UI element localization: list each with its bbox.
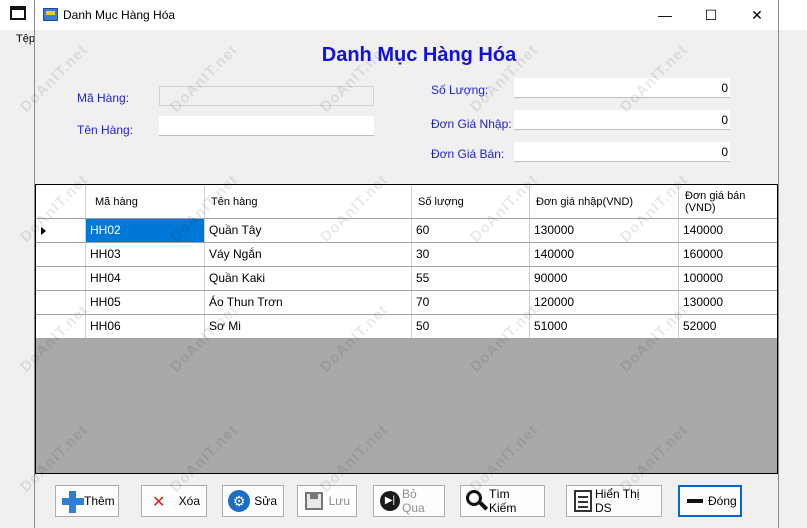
row-header[interactable] xyxy=(36,315,86,338)
save-disk-icon xyxy=(302,489,326,513)
background-window-right xyxy=(779,0,807,528)
so-luong-input[interactable] xyxy=(514,78,730,98)
cell-so-luong[interactable]: 70 xyxy=(412,291,530,314)
products-grid[interactable]: Mã hàng Tên hàng Số lượng Đơn giá nhập(V… xyxy=(35,184,778,474)
bo-qua-button[interactable]: ▶| Bỏ Qua xyxy=(373,485,445,517)
background-window: Tệp xyxy=(0,0,35,528)
row-header[interactable] xyxy=(36,243,86,266)
column-header-don-gia-ban[interactable]: Đơn giá bán (VND) xyxy=(679,185,777,218)
dong-button-label: Đóng xyxy=(708,494,737,508)
sua-button-label: Sửa xyxy=(254,494,277,508)
cell-ten-hang[interactable]: Sơ Mi xyxy=(205,315,412,338)
table-row[interactable]: HH02 Quần Tây 60 130000 140000 xyxy=(36,219,777,243)
dong-button[interactable]: Đóng xyxy=(678,485,742,517)
list-document-icon xyxy=(571,489,595,513)
ma-hang-input[interactable] xyxy=(159,86,374,106)
wrench-icon: ⚙ xyxy=(227,489,251,513)
xoa-button-label: Xóa xyxy=(178,494,200,508)
sua-button[interactable]: ⚙ Sửa xyxy=(222,485,284,517)
cell-so-luong[interactable]: 55 xyxy=(412,267,530,290)
title-bar[interactable]: Danh Mục Hàng Hóa — ☐ ✕ xyxy=(35,0,778,30)
maximize-button[interactable]: ☐ xyxy=(688,0,734,30)
column-header-so-luong[interactable]: Số lượng xyxy=(412,185,530,218)
luu-button[interactable]: Lưu xyxy=(297,485,357,517)
close-button[interactable]: ✕ xyxy=(734,0,780,30)
cell-ma-hang[interactable]: HH04 xyxy=(86,267,205,290)
hien-thi-ds-button-label: Hiển Thị DS xyxy=(595,487,640,515)
them-button-label: Thêm xyxy=(84,494,115,508)
xoa-button[interactable]: ✕ Xóa xyxy=(141,485,207,517)
cell-don-gia-ban[interactable]: 160000 xyxy=(679,243,777,266)
main-window: Danh Mục Hàng Hóa — ☐ ✕ Danh Mục Hàng Hó… xyxy=(34,0,779,528)
row-header[interactable] xyxy=(36,267,86,290)
hien-thi-ds-button[interactable]: Hiển Thị DS xyxy=(566,485,662,517)
cell-don-gia-nhap[interactable]: 51000 xyxy=(530,315,679,338)
cell-ten-hang[interactable]: Áo Thun Trơn xyxy=(205,291,412,314)
cell-so-luong[interactable]: 50 xyxy=(412,315,530,338)
background-app-icon xyxy=(10,6,26,20)
cell-don-gia-ban[interactable]: 52000 xyxy=(679,315,777,338)
table-row[interactable]: HH04 Quần Kaki 55 90000 100000 xyxy=(36,267,777,291)
cell-ten-hang[interactable]: Quần Kaki xyxy=(205,267,412,290)
cell-ma-hang[interactable]: HH06 xyxy=(86,315,205,338)
don-gia-ban-label: Đơn Giá Bán: xyxy=(431,147,505,161)
cell-ten-hang[interactable]: Váy Ngắn xyxy=(205,243,412,266)
app-icon xyxy=(43,8,58,21)
search-icon xyxy=(465,489,489,513)
bo-qua-button-label: Bỏ Qua xyxy=(402,487,425,515)
cell-don-gia-nhap[interactable]: 90000 xyxy=(530,267,679,290)
background-menu-file[interactable]: Tệp xyxy=(16,33,35,45)
cell-don-gia-nhap[interactable]: 120000 xyxy=(530,291,679,314)
don-gia-nhap-label: Đơn Giá Nhập: xyxy=(431,117,512,131)
grid-corner-header[interactable] xyxy=(36,185,86,218)
ma-hang-label: Mã Hàng: xyxy=(77,91,130,105)
cell-so-luong[interactable]: 60 xyxy=(412,219,530,242)
window-title: Danh Mục Hàng Hóa xyxy=(63,8,176,22)
table-row[interactable]: HH05 Áo Thun Trơn 70 120000 130000 xyxy=(36,291,777,315)
minimize-button[interactable]: — xyxy=(642,0,688,30)
ten-hang-label: Tên Hàng: xyxy=(77,123,134,137)
cell-don-gia-ban[interactable]: 130000 xyxy=(679,291,777,314)
background-titlebar-right xyxy=(779,0,807,30)
cell-ma-hang[interactable]: HH03 xyxy=(86,243,205,266)
cell-don-gia-nhap[interactable]: 140000 xyxy=(530,243,679,266)
cell-don-gia-ban[interactable]: 140000 xyxy=(679,219,777,242)
ten-hang-input[interactable] xyxy=(159,116,374,136)
column-header-don-gia-nhap[interactable]: Đơn giá nhập(VND) xyxy=(530,185,679,218)
form-heading: Danh Mục Hàng Hóa xyxy=(321,44,517,66)
column-header-ma-hang[interactable]: Mã hàng xyxy=(86,185,205,218)
cell-ma-hang[interactable]: HH02 xyxy=(86,219,205,242)
grid-header: Mã hàng Tên hàng Số lượng Đơn giá nhập(V… xyxy=(36,185,777,219)
row-header[interactable] xyxy=(36,219,86,242)
so-luong-label: Số Lượng: xyxy=(431,83,489,97)
don-gia-nhap-input[interactable] xyxy=(514,110,730,130)
column-header-ten-hang[interactable]: Tên hàng xyxy=(205,185,412,218)
current-row-arrow-icon xyxy=(41,227,46,235)
cell-don-gia-nhap[interactable]: 130000 xyxy=(530,219,679,242)
row-header[interactable] xyxy=(36,291,86,314)
table-row[interactable]: HH03 Váy Ngắn 30 140000 160000 xyxy=(36,243,777,267)
cell-ten-hang[interactable]: Quần Tây xyxy=(205,219,412,242)
tim-kiem-button[interactable]: Tìm Kiếm xyxy=(460,485,545,517)
plus-icon xyxy=(60,489,84,513)
x-delete-icon: ✕ xyxy=(152,494,166,511)
cell-don-gia-ban[interactable]: 100000 xyxy=(679,267,777,290)
them-button[interactable]: Thêm xyxy=(55,485,119,517)
tim-kiem-button-label: Tìm Kiếm xyxy=(489,487,517,515)
don-gia-ban-input[interactable] xyxy=(514,142,730,162)
table-row[interactable]: HH06 Sơ Mi 50 51000 52000 xyxy=(36,315,777,339)
cell-ma-hang[interactable]: HH05 xyxy=(86,291,205,314)
luu-button-label: Lưu xyxy=(328,494,350,508)
skip-icon: ▶| xyxy=(378,489,402,513)
cell-so-luong[interactable]: 30 xyxy=(412,243,530,266)
minus-icon xyxy=(684,489,708,513)
